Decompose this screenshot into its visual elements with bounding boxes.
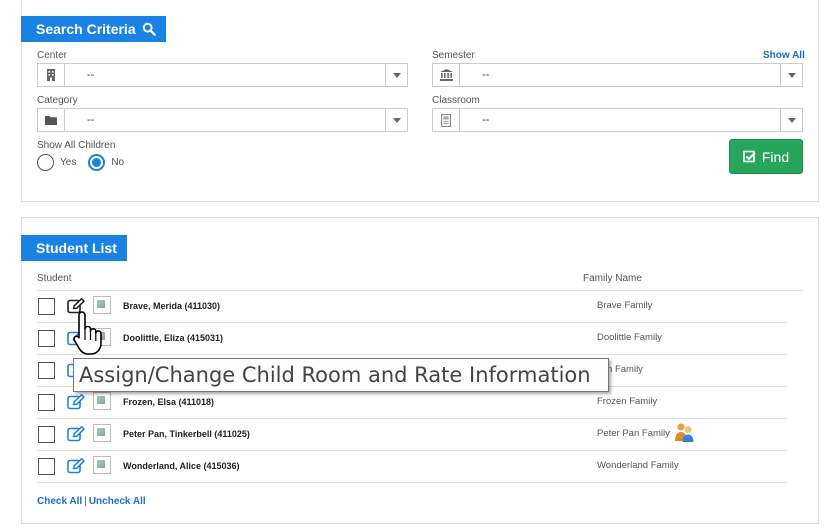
student-list-title: Student List [36, 240, 117, 256]
classroom-select[interactable]: -- [432, 108, 803, 132]
no-radio[interactable] [88, 154, 106, 171]
family-name: Wonderland Family [597, 460, 679, 471]
student-name: Doolittle, Eliza (415031) [123, 333, 224, 343]
student-list-header: Student List [21, 235, 127, 261]
table-row: Wonderland, Alice (415036) Wonderland Fam… [37, 451, 787, 483]
chevron-down-icon[interactable] [385, 109, 407, 131]
folder-icon [38, 109, 65, 131]
check-links: Check All | Uncheck All [37, 496, 146, 507]
table-row: Doolittle, Eliza (415031) Doolittle Famil… [37, 323, 787, 355]
yes-radio[interactable] [37, 154, 54, 171]
yes-radio-label: Yes [60, 157, 77, 168]
row-checkbox[interactable] [38, 458, 55, 475]
pencil-square-icon[interactable] [67, 426, 85, 442]
check-square-icon [743, 150, 756, 163]
family-name: Brave Family [597, 300, 653, 311]
classroom-value: -- [482, 114, 490, 126]
center-select[interactable]: -- [37, 63, 408, 87]
row-checkbox[interactable] [38, 394, 55, 411]
student-photo [93, 424, 111, 442]
search-criteria-header: Search Criteria [21, 16, 166, 42]
pencil-square-icon[interactable] [67, 394, 85, 410]
chevron-down-icon[interactable] [385, 64, 407, 86]
search-icon [142, 22, 156, 36]
column-header-family-name: Family Name [583, 273, 642, 284]
show-all-children-radio-group: Yes No [37, 154, 136, 171]
row-checkbox[interactable] [38, 330, 55, 347]
column-header-student: Student [37, 273, 72, 284]
classroom-label: Classroom [432, 95, 480, 106]
uncheck-all-link[interactable]: Uncheck All [89, 496, 146, 507]
edit-tooltip: Assign/Change Child Room and Rate Inform… [73, 358, 609, 392]
student-name: Wonderland, Alice (415036) [123, 461, 240, 471]
student-name: Peter Pan, Tinkerbell (411025) [123, 429, 250, 439]
table-row: Brave, Merida (411030) Brave Family [37, 291, 787, 323]
find-button[interactable]: Find [729, 139, 803, 174]
family-name: Doolittle Family [597, 332, 662, 343]
institution-icon [433, 64, 460, 86]
chevron-down-icon[interactable] [780, 109, 802, 131]
category-select[interactable]: -- [37, 108, 408, 132]
link-separator: | [84, 496, 87, 507]
family-name: Peter Pan Family [597, 428, 670, 439]
building-icon [38, 64, 65, 86]
semester-value: -- [482, 69, 490, 81]
row-checkbox[interactable] [38, 426, 55, 443]
no-radio-label: No [111, 157, 125, 168]
show-all-link[interactable]: Show All [763, 50, 805, 61]
hand-pointer-icon [73, 311, 102, 355]
search-criteria-panel: Search Criteria Center -- Semester Show … [21, 0, 819, 202]
student-name: Brave, Merida (411030) [123, 301, 221, 311]
row-checkbox[interactable] [38, 362, 55, 379]
search-criteria-title: Search Criteria [36, 21, 136, 37]
pencil-square-icon[interactable] [67, 458, 85, 474]
chevron-down-icon[interactable] [780, 64, 802, 86]
category-value: -- [87, 114, 95, 126]
show-all-children-label: Show All Children [37, 140, 116, 151]
row-checkbox[interactable] [38, 298, 55, 315]
student-photo [93, 392, 111, 410]
check-all-link[interactable]: Check All [37, 496, 82, 507]
semester-label: Semester [432, 50, 475, 61]
family-name: Frozen Family [597, 396, 658, 407]
find-label: Find [761, 148, 790, 165]
category-label: Category [37, 95, 78, 106]
student-photo [93, 456, 111, 474]
table-row: Peter Pan, Tinkerbell (411025) Peter Pan … [37, 419, 787, 451]
center-value: -- [87, 69, 95, 81]
student-name: Frozen, Elsa (411018) [123, 397, 215, 407]
semester-select[interactable]: -- [432, 63, 803, 87]
classroom-icon [433, 109, 460, 131]
center-label: Center [37, 50, 68, 61]
family-icon[interactable] [673, 421, 695, 443]
